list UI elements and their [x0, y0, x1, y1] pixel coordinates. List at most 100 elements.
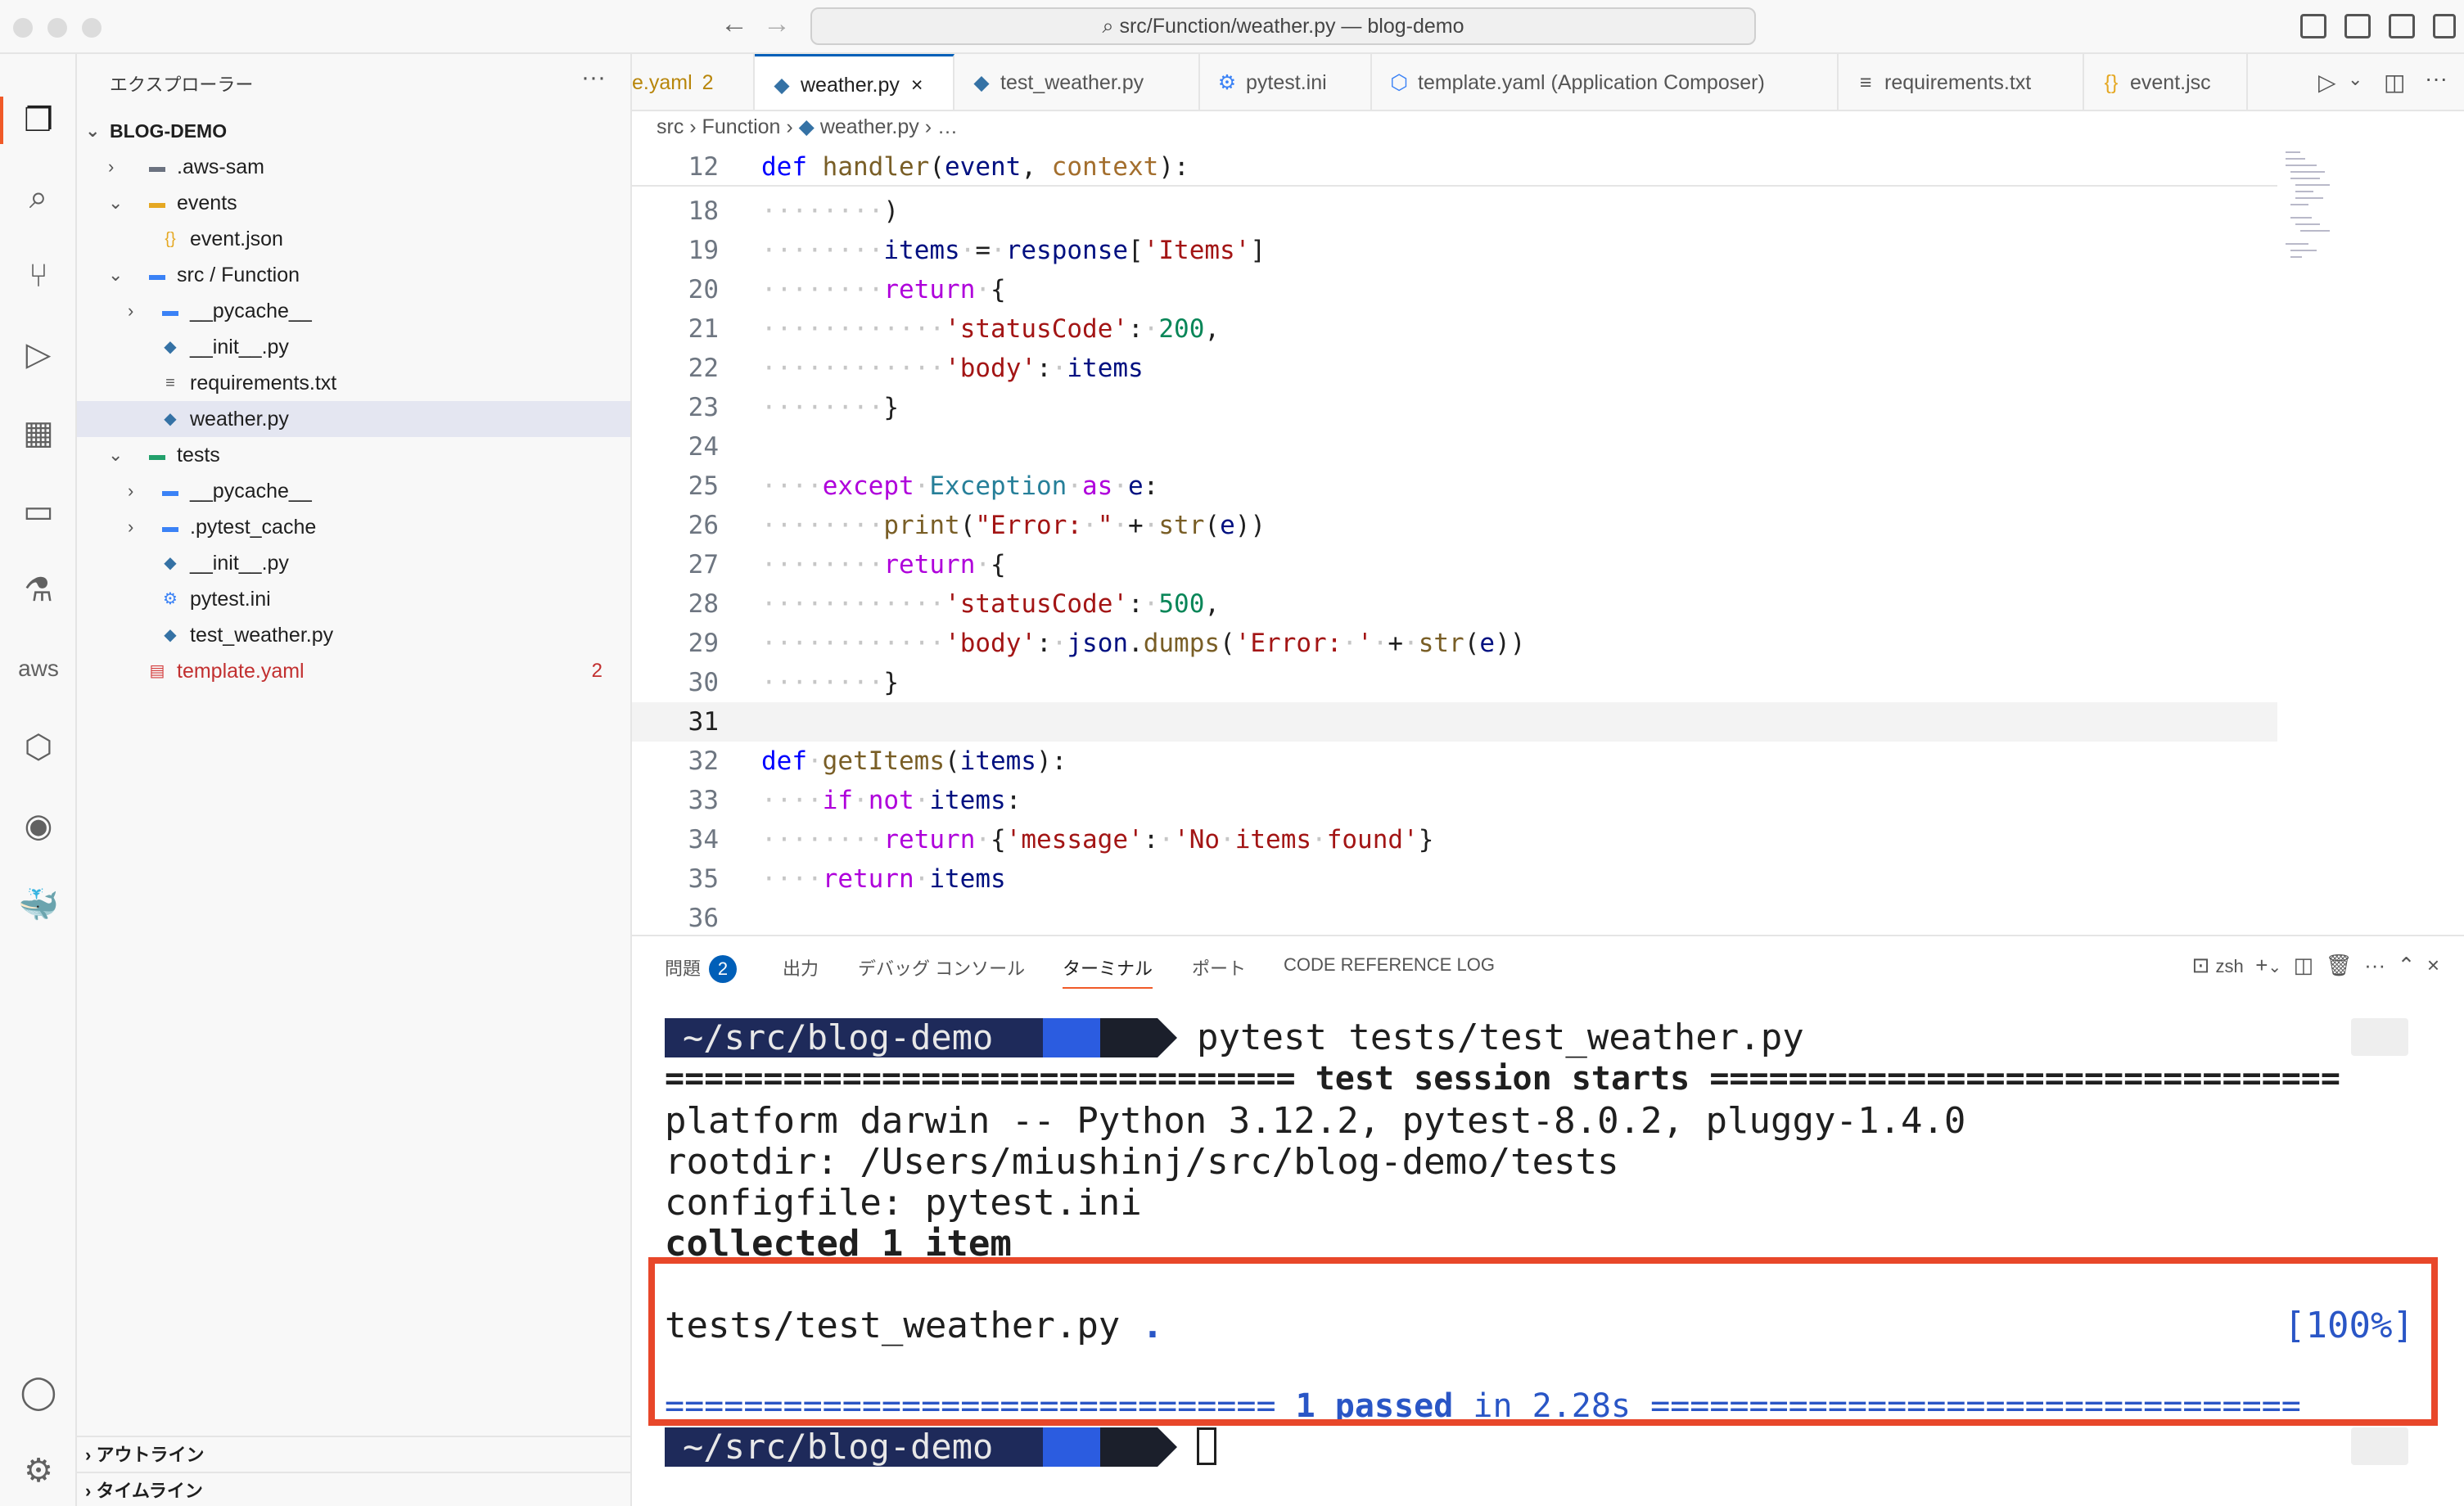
- panel-more-icon[interactable]: ···: [2364, 953, 2385, 977]
- code-line[interactable]: 20 ········return·{: [632, 270, 2277, 309]
- extensions-icon[interactable]: ▦: [15, 409, 62, 457]
- tree-item[interactable]: ⚙ pytest.ini: [77, 581, 630, 617]
- minimap[interactable]: [2284, 147, 2333, 270]
- source-control-icon[interactable]: ⑂: [15, 252, 62, 300]
- more-actions-icon[interactable]: ···: [581, 64, 606, 92]
- tree-item-label: template.yaml: [177, 660, 305, 683]
- tree-item[interactable]: ≡ requirements.txt: [77, 365, 630, 401]
- docker-icon[interactable]: 🐳: [15, 881, 62, 928]
- code-line[interactable]: 28 ············'statusCode':·500,: [632, 584, 2277, 624]
- tab-4[interactable]: ⬡ template.yaml (Application Composer): [1372, 54, 1839, 110]
- run-file-icon[interactable]: ▷: [2318, 69, 2336, 96]
- tab-5[interactable]: ≡ requirements.txt: [1839, 54, 2084, 110]
- remote-explorer-icon[interactable]: ▭: [15, 488, 62, 535]
- close-panel-icon[interactable]: ×: [2427, 953, 2439, 977]
- tree-item[interactable]: ⌄ ▬ tests: [77, 437, 630, 473]
- tree-item[interactable]: ◆ __init__.py: [77, 329, 630, 365]
- toggle-secondary-sidebar-icon[interactable]: [2389, 14, 2415, 38]
- application-composer-icon[interactable]: ⬡: [15, 724, 62, 771]
- tree-item[interactable]: ◆ weather.py: [77, 401, 630, 437]
- tab-6[interactable]: {} event.jsc: [2084, 54, 2248, 110]
- tree-item[interactable]: › ▬ __pycache__: [77, 293, 630, 329]
- run-options-chevron-icon[interactable]: ⌄: [2348, 69, 2362, 90]
- code-editor[interactable]: 12 def handler(event, context): 18 ········…: [632, 147, 2464, 933]
- terminal-icon[interactable]: ⊡: [2191, 953, 2209, 977]
- toggle-sidebar-icon[interactable]: [2300, 14, 2326, 38]
- breadcrumb-function[interactable]: Function: [702, 115, 781, 138]
- code-line[interactable]: 31: [632, 702, 2277, 742]
- minimize-window-button[interactable]: [47, 18, 67, 38]
- run-debug-icon[interactable]: ▷: [15, 331, 62, 378]
- tree-item[interactable]: ◆ __init__.py: [77, 545, 630, 581]
- close-icon[interactable]: ×: [911, 74, 923, 97]
- tree-item[interactable]: ⌄ ▬ events: [77, 185, 630, 221]
- code-line[interactable]: 29 ············'body':·json.dumps('Error:…: [632, 624, 2277, 663]
- tab-terminal[interactable]: ターミナル: [1063, 954, 1153, 989]
- code-line[interactable]: 33 ····if·not·items:: [632, 781, 2277, 820]
- aws-icon[interactable]: aws: [15, 645, 62, 692]
- tree-item[interactable]: › ▬ .pytest_cache: [77, 509, 630, 545]
- breadcrumb-src[interactable]: src: [657, 115, 684, 138]
- code-text: ········}: [761, 393, 900, 422]
- breadcrumb-file[interactable]: weather.py: [820, 115, 919, 138]
- code-line[interactable]: 19 ········items·=·response['Items']: [632, 231, 2277, 270]
- code-line[interactable]: 27 ········return·{: [632, 545, 2277, 584]
- terminal-cursor[interactable]: [1197, 1427, 1216, 1465]
- code-line[interactable]: 25 ····except·Exception·as·e:: [632, 467, 2277, 506]
- back-arrow-icon[interactable]: ←: [720, 8, 748, 40]
- split-editor-icon[interactable]: ◫: [2384, 69, 2405, 96]
- code-line[interactable]: 22 ············'body':·items: [632, 349, 2277, 388]
- tree-item[interactable]: ◆ test_weather.py: [77, 617, 630, 653]
- zoom-window-button[interactable]: [82, 18, 102, 38]
- toggle-panel-icon[interactable]: [2344, 14, 2371, 38]
- forward-arrow-icon[interactable]: →: [763, 8, 791, 40]
- timeline-section[interactable]: › タイムライン: [77, 1472, 630, 1506]
- close-window-button[interactable]: [13, 18, 33, 38]
- code-line[interactable]: 26 ········print("Error:·"·+·str(e)): [632, 506, 2277, 545]
- tab-1[interactable]: ◆ weather.py ×: [755, 54, 954, 110]
- git-graph-icon[interactable]: ◉: [15, 802, 62, 850]
- code-line[interactable]: 34 ········return·{'message':·'No·items·f…: [632, 820, 2277, 859]
- sticky-scroll-line[interactable]: 12 def handler(event, context):: [632, 147, 2277, 187]
- chevron-down-icon[interactable]: ⌄: [2268, 958, 2281, 976]
- tab-ports[interactable]: ポート: [1192, 954, 1246, 981]
- code-line[interactable]: 30 ········}: [632, 663, 2277, 702]
- outline-section[interactable]: › アウトライン: [77, 1436, 630, 1472]
- account-icon[interactable]: ◯: [15, 1368, 62, 1416]
- code-line[interactable]: 23 ········}: [632, 388, 2277, 427]
- new-terminal-plus-icon[interactable]: +: [2255, 953, 2268, 977]
- split-terminal-icon[interactable]: ◫: [2294, 953, 2314, 977]
- problem-count-badge: 2: [591, 660, 602, 682]
- tree-item[interactable]: › ▬ __pycache__: [77, 473, 630, 509]
- settings-gear-icon[interactable]: ⚙: [15, 1447, 62, 1495]
- search-icon[interactable]: ⌕: [15, 174, 62, 221]
- tab-output[interactable]: 出力: [783, 954, 819, 981]
- code-line[interactable]: 18 ········): [632, 192, 2277, 231]
- maximize-panel-chevron-up-icon[interactable]: ⌃: [2398, 953, 2416, 977]
- tab-problems[interactable]: 問題 2: [665, 954, 738, 983]
- code-line[interactable]: 21 ············'statusCode':·200,: [632, 309, 2277, 349]
- breadcrumb-symbol[interactable]: …: [937, 115, 958, 138]
- tab-code-reference-log[interactable]: CODE REFERENCE LOG: [1284, 954, 1495, 976]
- code-line[interactable]: 36: [632, 899, 2277, 933]
- tab-2[interactable]: ◆ test_weather.py: [954, 54, 1200, 110]
- code-line[interactable]: 24: [632, 427, 2277, 467]
- code-line[interactable]: 32 def·getItems(items):: [632, 742, 2277, 781]
- customize-layout-icon[interactable]: [2433, 14, 2456, 38]
- tree-item-label: .aws-sam: [177, 156, 264, 178]
- workspace-root[interactable]: ⌄ BLOG-DEMO: [77, 113, 630, 149]
- kill-terminal-trash-icon[interactable]: 🗑: [2326, 953, 2353, 977]
- explorer-icon[interactable]: ❐: [0, 97, 62, 144]
- shell-label[interactable]: zsh: [2216, 956, 2244, 976]
- tree-item[interactable]: ⌄ ▬ src / Function: [77, 257, 630, 293]
- tree-item[interactable]: ▤ template.yaml 2: [77, 653, 630, 689]
- tree-item[interactable]: {} event.json: [77, 221, 630, 257]
- command-center-search[interactable]: ⌕ src/Function/weather.py — blog-demo: [810, 7, 1756, 45]
- editor-more-icon[interactable]: ···: [2425, 65, 2448, 92]
- tree-item[interactable]: › ▬ .aws-sam: [77, 149, 630, 185]
- tab-debug-console[interactable]: デバッグ コンソール: [858, 954, 1025, 981]
- testing-icon[interactable]: ⚗: [15, 566, 62, 614]
- tab-3[interactable]: ⚙ pytest.ini: [1200, 54, 1372, 110]
- code-line[interactable]: 35 ····return·items: [632, 859, 2277, 899]
- tab-0[interactable]: e.yaml 2: [632, 54, 755, 110]
